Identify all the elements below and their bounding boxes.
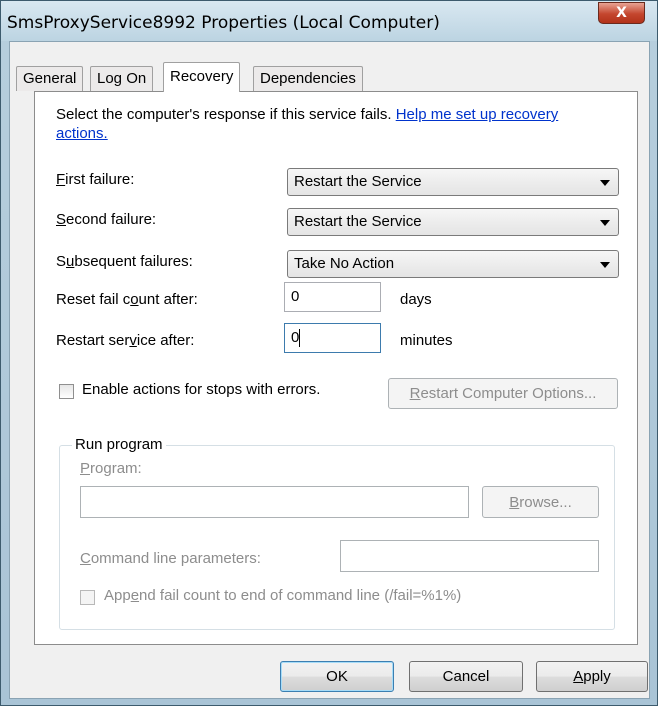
program-input[interactable] [80, 486, 469, 518]
run-program-group: Run program Program: Browse... Command l… [59, 436, 615, 630]
recovery-intro: Select the computer's response if this s… [56, 105, 626, 143]
label-text: ommand line parameters: [90, 550, 261, 567]
tab-dependencies[interactable]: Dependencies [253, 66, 363, 91]
label-text: bsequent failures: [74, 253, 193, 270]
restart-computer-options-button[interactable]: Restart Computer Options... [388, 378, 618, 409]
enable-actions-label[interactable]: Enable actions for stops with errors. [82, 381, 320, 398]
chevron-down-icon [600, 262, 610, 268]
tab-general-label: General [23, 70, 77, 87]
label-text: nd fail count to end of command line (/f… [139, 587, 462, 604]
label-text: irst failure: [65, 171, 135, 188]
window-title: SmsProxyService8992 Properties (Local Co… [7, 13, 440, 33]
button-label: estart Computer Options... [420, 385, 597, 402]
button-label: OK [326, 668, 348, 685]
apply-button[interactable]: Apply [536, 661, 648, 692]
second-failure-select[interactable]: Restart the Service [287, 208, 619, 236]
access-key: B [509, 493, 520, 511]
tab-log-on-label: Log On [97, 70, 147, 87]
append-fail-count-checkbox[interactable] [80, 590, 95, 605]
label-text: econd failure: [66, 211, 157, 228]
label-text: Restart ser [56, 332, 130, 349]
help-link-cont[interactable]: actions. [56, 125, 108, 142]
second-failure-value: Restart the Service [294, 213, 422, 230]
reset-fail-count-unit: days [400, 291, 432, 308]
tab-recovery[interactable]: Recovery [163, 62, 241, 92]
chevron-down-icon [600, 180, 610, 186]
access-key: v [129, 332, 137, 349]
first-failure-label: First failure: [56, 171, 134, 188]
browse-button[interactable]: Browse... [482, 486, 599, 518]
reset-fail-count-input[interactable]: 0 [284, 282, 381, 312]
recovery-panel: Select the computer's response if this s… [34, 91, 638, 645]
restart-service-label: Restart service after: [56, 332, 194, 349]
access-key: R [409, 385, 421, 402]
properties-window: SmsProxyService8992 Properties (Local Co… [0, 0, 658, 706]
access-key: C [80, 550, 91, 567]
dialog-client-area: General Log On Recovery Dependencies Sel… [9, 41, 650, 699]
tab-general[interactable]: General [16, 66, 84, 91]
command-line-params-label: Command line parameters: [80, 550, 261, 567]
first-failure-value: Restart the Service [294, 173, 422, 190]
intro-text: Select the computer's response if this s… [56, 106, 392, 123]
restart-service-input[interactable]: 0 [284, 323, 381, 353]
append-fail-count-label[interactable]: Append fail count to end of command line… [104, 587, 461, 604]
run-program-legend: Run program [72, 436, 166, 453]
reset-fail-count-value: 0 [291, 288, 300, 305]
label-text: unt after: [138, 291, 198, 308]
access-key: e [130, 587, 140, 604]
access-key: F [56, 171, 66, 188]
subsequent-failures-select[interactable]: Take No Action [287, 250, 619, 278]
access-key: o [130, 291, 139, 308]
subsequent-failures-value: Take No Action [294, 255, 395, 272]
first-failure-select[interactable]: Restart the Service [287, 168, 619, 196]
close-icon: X [616, 5, 627, 21]
button-label: rowse... [519, 493, 572, 511]
text-caret [299, 329, 300, 347]
label-text: App [104, 587, 131, 604]
access-key: A [573, 668, 584, 685]
tab-log-on[interactable]: Log On [90, 66, 154, 91]
program-label: Program: [80, 460, 142, 477]
button-label: pply [583, 668, 611, 685]
title-bar[interactable]: SmsProxyService8992 Properties (Local Co… [1, 1, 657, 41]
close-button[interactable]: X [598, 2, 645, 24]
enable-actions-checkbox[interactable] [59, 384, 74, 399]
cancel-button[interactable]: Cancel [409, 661, 523, 692]
chevron-down-icon [600, 220, 610, 226]
label-text: ice after: [136, 332, 195, 349]
label-text: Reset fail c [56, 291, 131, 308]
access-key: S [56, 211, 67, 228]
help-link[interactable]: Help me set up recovery [396, 106, 559, 123]
label-text: rogram: [90, 460, 142, 477]
tab-dependencies-label: Dependencies [260, 70, 356, 87]
second-failure-label: Second failure: [56, 211, 156, 228]
ok-button[interactable]: OK [280, 661, 394, 692]
restart-service-unit: minutes [400, 332, 453, 349]
reset-fail-count-label: Reset fail count after: [56, 291, 198, 308]
command-line-params-input[interactable] [340, 540, 599, 572]
tab-recovery-label: Recovery [170, 68, 234, 85]
button-label: Cancel [442, 668, 490, 685]
subsequent-failures-label: Subsequent failures: [56, 253, 193, 270]
label-text: S [56, 253, 67, 270]
access-key: P [80, 460, 91, 477]
